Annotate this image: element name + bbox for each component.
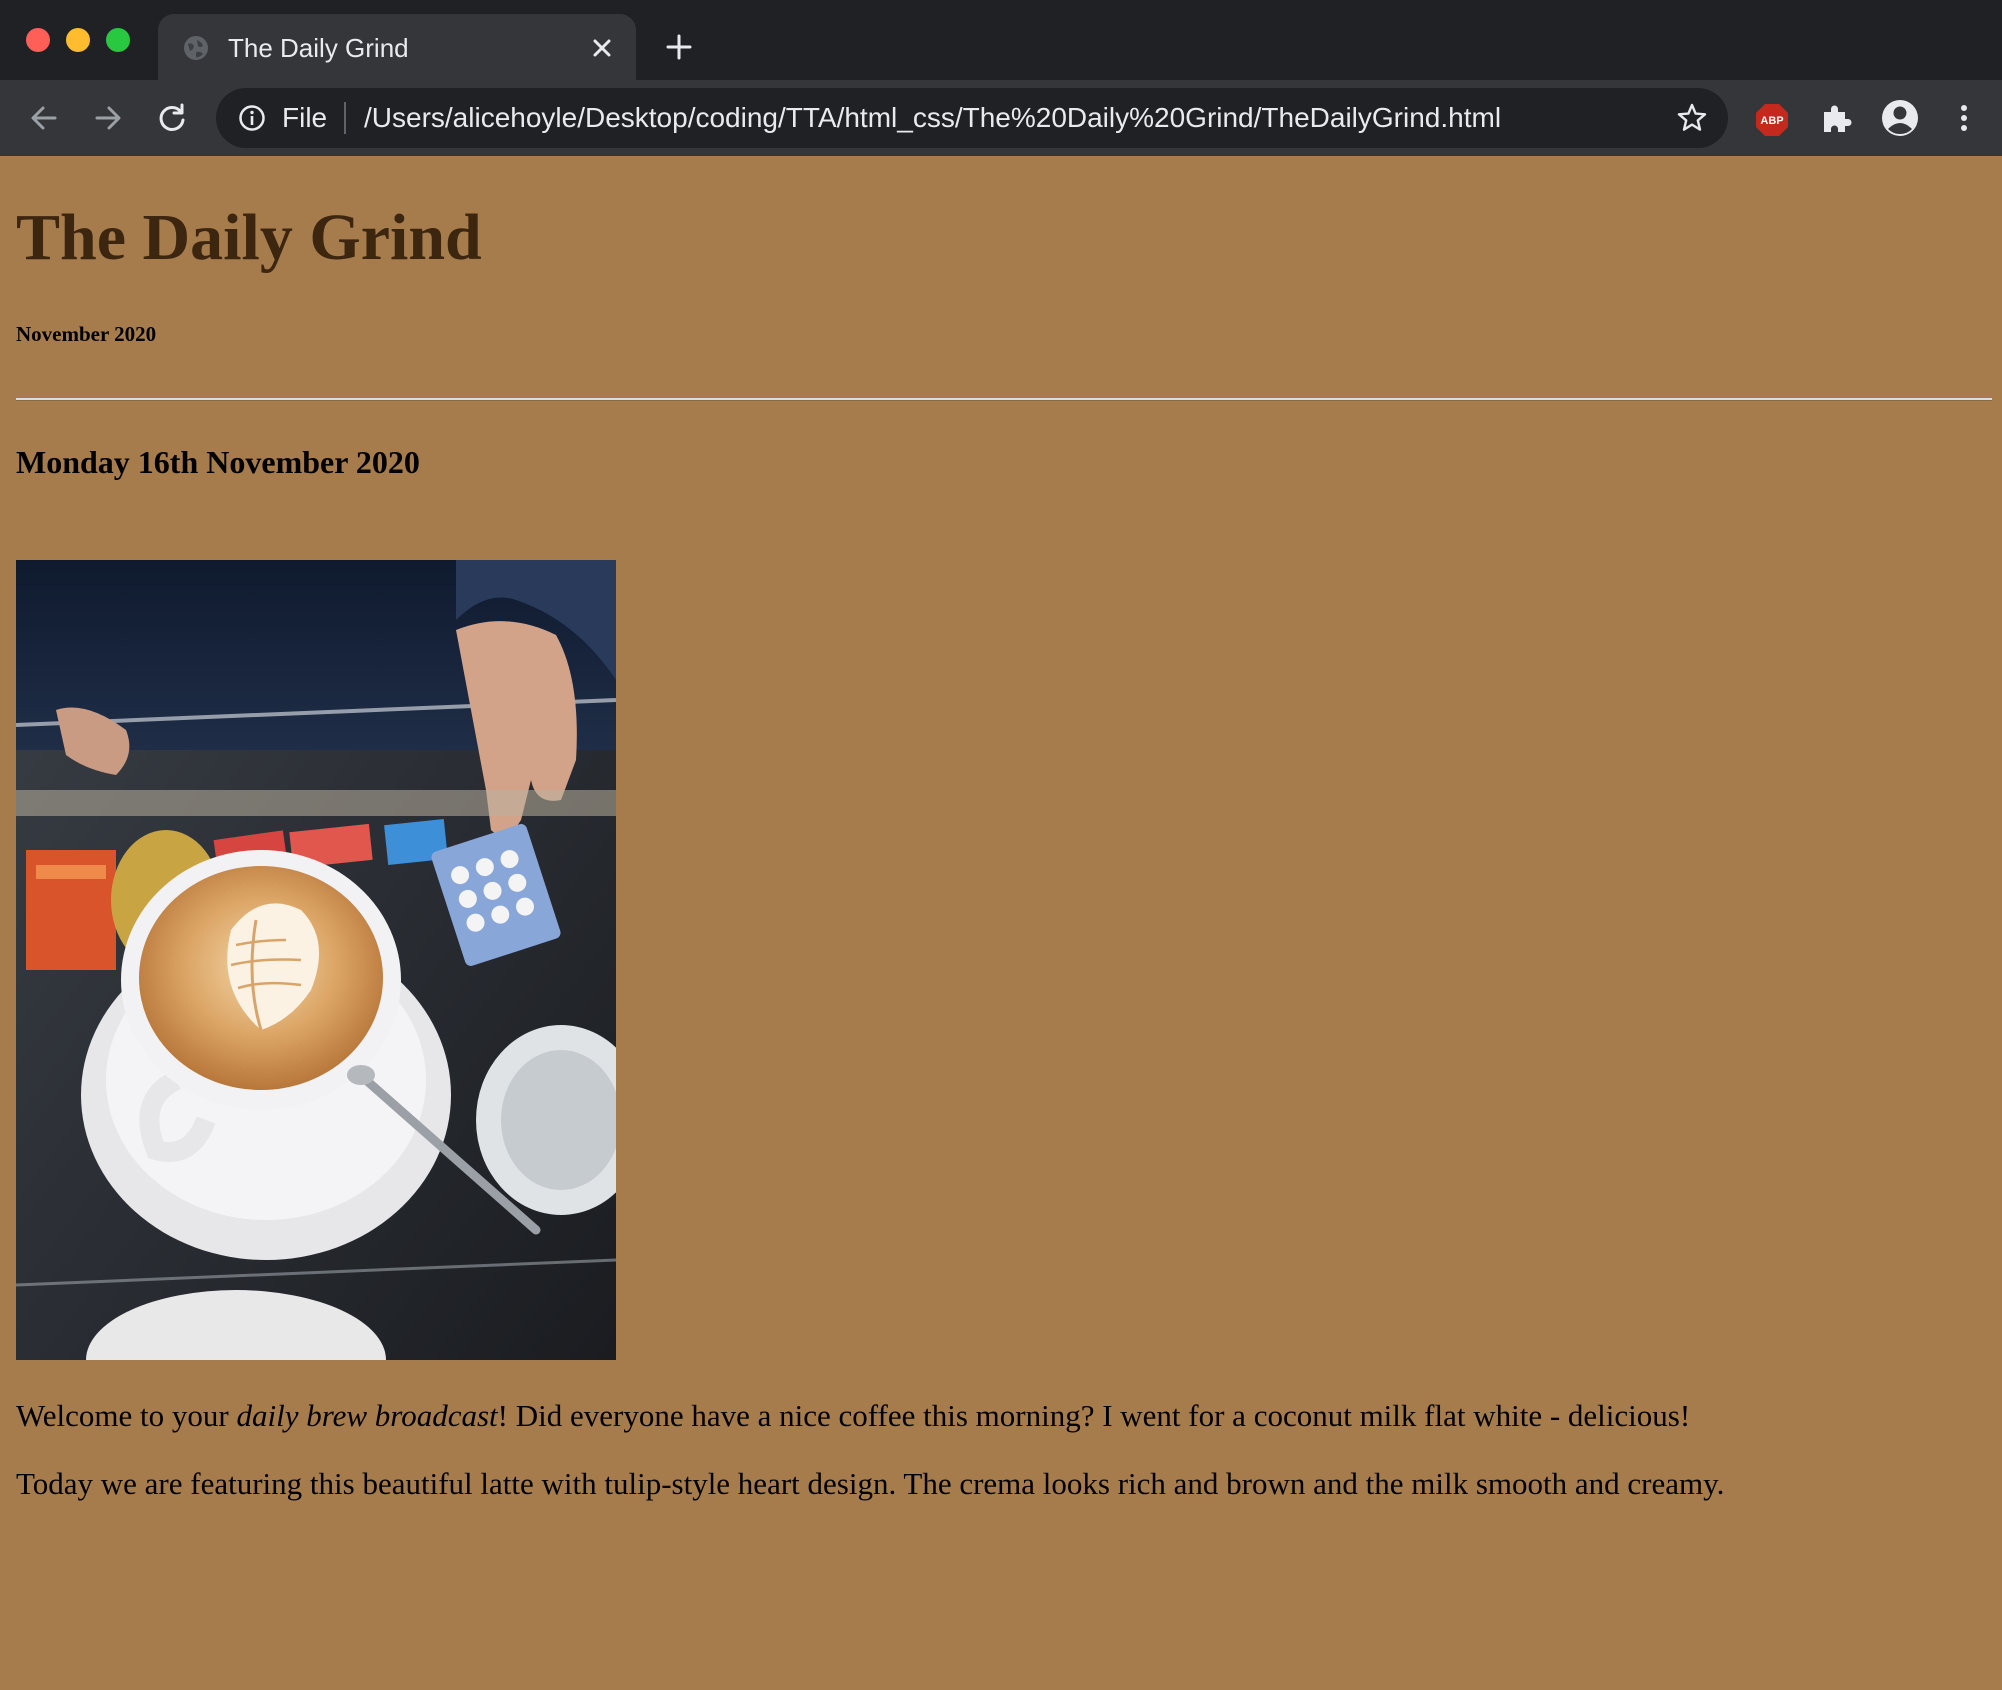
tab-strip: The Daily Grind: [0, 0, 2002, 80]
maximize-window-button[interactable]: [106, 28, 130, 52]
adblock-plus-icon[interactable]: ABP: [1754, 102, 1790, 138]
close-window-button[interactable]: [26, 28, 50, 52]
address-bar[interactable]: File /Users/alicehoyle/Desktop/coding/TT…: [216, 88, 1728, 148]
more-menu-icon[interactable]: [1946, 100, 1982, 136]
daily-brew-emphasis: daily brew broadcast: [236, 1398, 498, 1433]
feature-paragraph: Today we are featuring this beautiful la…: [16, 1466, 1725, 1501]
bookmark-star-icon[interactable]: [1676, 102, 1708, 134]
intro-text-after: ! Did everyone have a nice coffee this m…: [497, 1398, 1691, 1433]
forward-arrow-icon[interactable]: [90, 100, 126, 136]
tab-title: The Daily Grind: [228, 33, 409, 63]
url-text[interactable]: /Users/alicehoyle/Desktop/coding/TTA/htm…: [364, 100, 1501, 136]
omnibox-divider: [344, 102, 346, 134]
profile-avatar-icon[interactable]: [1880, 98, 1920, 138]
tab-the-daily-grind[interactable]: The Daily Grind: [158, 14, 636, 80]
latte-photo: [16, 560, 616, 1360]
browser-toolbar: File /Users/alicehoyle/Desktop/coding/TT…: [0, 80, 2002, 156]
new-tab-icon[interactable]: [662, 30, 696, 64]
info-icon[interactable]: [238, 104, 266, 132]
reload-icon[interactable]: [154, 100, 190, 136]
browser-chrome: The Daily Grind File /Users/alicehoyle/D…: [0, 0, 2002, 156]
scheme-label: File: [282, 102, 328, 133]
page-content: The Daily Grind November 2020 Monday 16t…: [0, 156, 2002, 1690]
minimize-window-button[interactable]: [66, 28, 90, 52]
extensions-puzzle-icon[interactable]: [1818, 100, 1854, 136]
adblock-label: ABP: [1760, 115, 1783, 127]
issue-date: November 2020: [16, 322, 157, 346]
close-tab-icon[interactable]: [586, 32, 618, 64]
horizontal-rule: [16, 398, 1992, 401]
globe-icon: [184, 36, 208, 60]
back-arrow-icon[interactable]: [26, 100, 62, 136]
intro-text-before: Welcome to your: [16, 1398, 237, 1433]
page-title: The Daily Grind: [16, 201, 482, 274]
post-date-heading: Monday 16th November 2020: [16, 444, 420, 480]
intro-paragraph: Welcome to your daily brew broadcast! Di…: [16, 1396, 1690, 1436]
